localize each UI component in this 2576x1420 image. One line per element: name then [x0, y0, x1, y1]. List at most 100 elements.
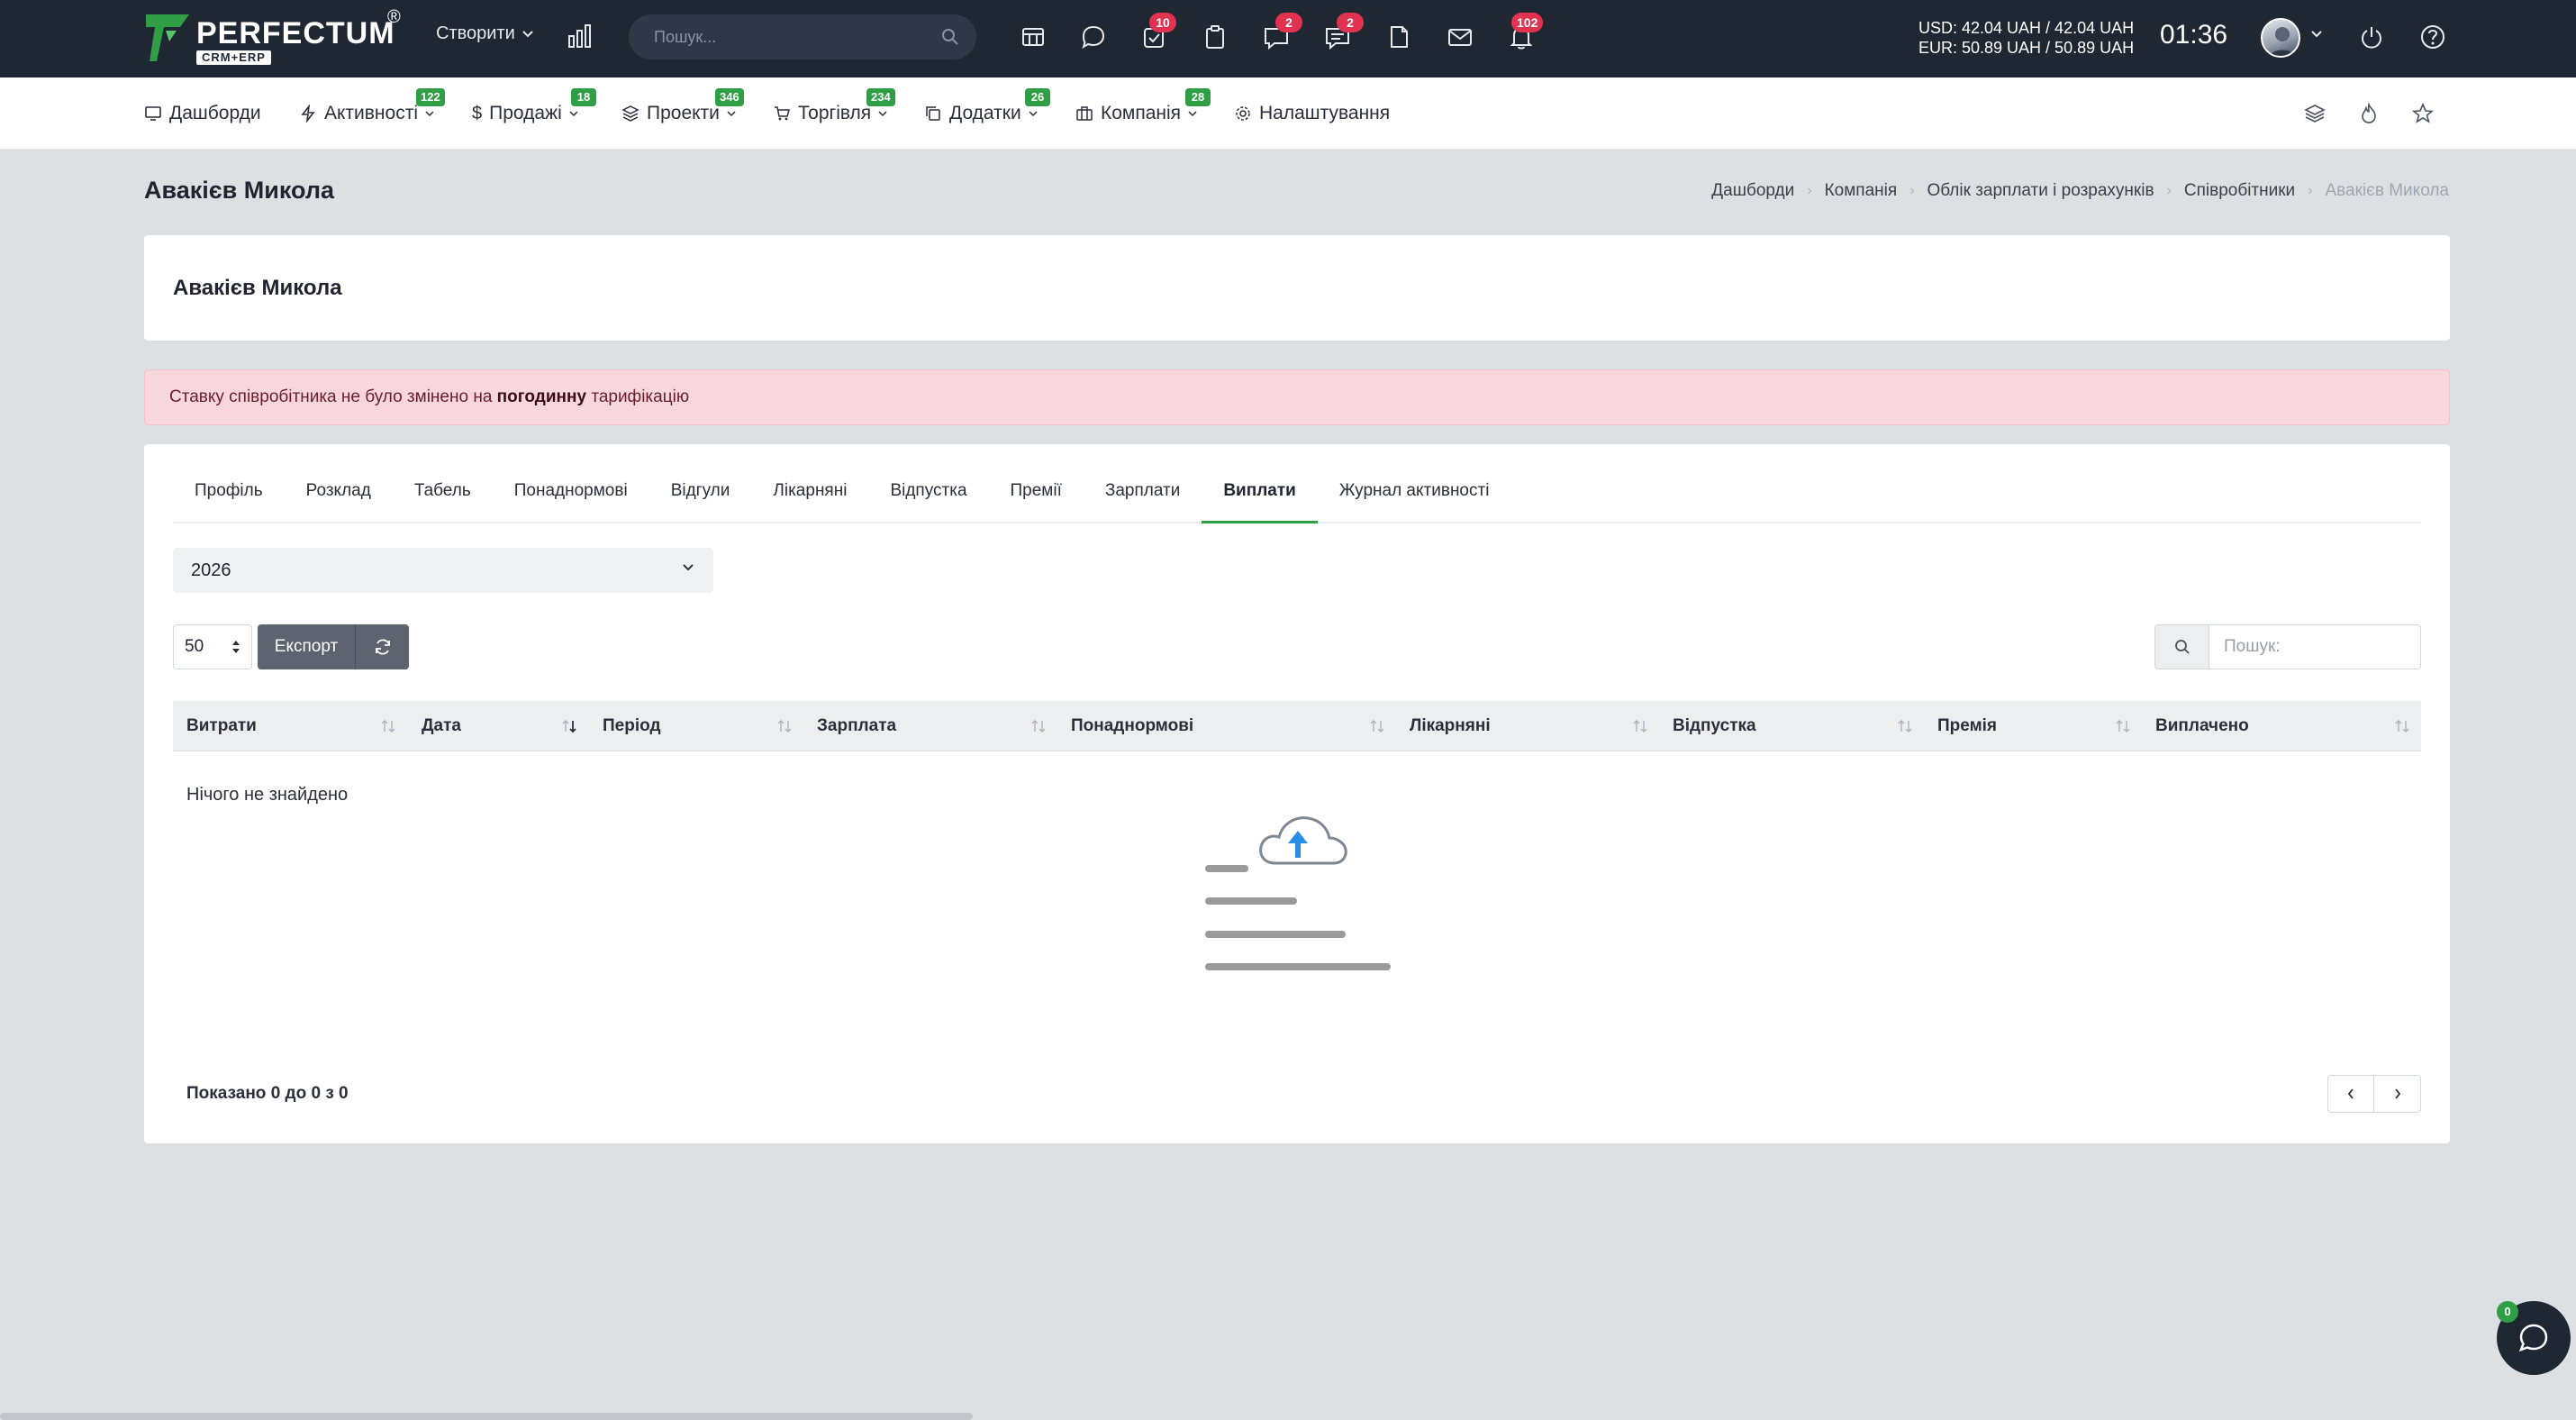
- column-header-period[interactable]: Період: [589, 701, 803, 751]
- tasks-check-icon[interactable]: 10: [1138, 13, 1176, 52]
- alert-text-before: Ставку співробітника не було змінено на: [169, 387, 497, 406]
- chevron-down-icon[interactable]: [2311, 31, 2322, 38]
- tab-schedule[interactable]: Розклад: [285, 477, 393, 523]
- chevron-down-icon: [522, 30, 533, 37]
- employee-tabs: Профіль Розклад Табель Понаднормові Відг…: [173, 477, 2421, 523]
- export-button[interactable]: Експорт: [258, 624, 355, 669]
- gear-icon: [1236, 106, 1250, 121]
- breadcrumb-separator: ›: [2166, 183, 2172, 198]
- table-search-input[interactable]: [2209, 624, 2421, 669]
- star-icon[interactable]: [2410, 101, 2435, 126]
- tab-overtime[interactable]: Понаднормові: [493, 477, 649, 523]
- bar-chart-icon[interactable]: [566, 22, 594, 50]
- brand-logo[interactable]: PERFECTUM ® CRM+ERP: [144, 7, 405, 67]
- page-length-value: 50: [185, 637, 204, 656]
- pagination: [2327, 1075, 2421, 1113]
- page-title: Авакієв Микола: [144, 177, 335, 204]
- mail-icon[interactable]: [1445, 22, 1475, 52]
- nav-item-settings[interactable]: Налаштування: [1234, 103, 1390, 124]
- column-label: Виплачено: [2155, 716, 2249, 735]
- tab-payments[interactable]: Виплати: [1202, 477, 1318, 523]
- help-icon[interactable]: [2417, 22, 2448, 52]
- employee-name: Авакієв Микола: [173, 276, 342, 300]
- tab-salaries[interactable]: Зарплати: [1084, 477, 1202, 523]
- chevron-down-icon: [1188, 110, 1197, 116]
- global-search-input[interactable]: [629, 14, 976, 59]
- breadcrumb-item-company[interactable]: Компанія: [1825, 181, 1898, 201]
- nav-item-addons[interactable]: Додатки 26: [924, 88, 1050, 124]
- nav-item-sales[interactable]: $ Продажі 18: [472, 88, 596, 124]
- prev-page-button[interactable]: [2327, 1075, 2374, 1113]
- year-select[interactable]: 2026: [173, 548, 713, 593]
- column-header-overtime[interactable]: Понаднормові: [1057, 701, 1396, 751]
- chat-bubble-icon[interactable]: [1078, 22, 1109, 52]
- lightning-icon: [301, 105, 315, 123]
- calendar-table-icon[interactable]: [1018, 22, 1048, 52]
- search-icon[interactable]: [940, 27, 960, 47]
- breadcrumb-item-dashboards[interactable]: Дашборди: [1711, 181, 1794, 201]
- sort-icon: [1370, 719, 1384, 733]
- nav-item-dashboards[interactable]: Дашборди: [144, 103, 261, 124]
- column-header-expenses[interactable]: Витрати: [173, 701, 407, 751]
- document-icon[interactable]: [1383, 22, 1414, 52]
- column-header-salary[interactable]: Зарплата: [803, 701, 1057, 751]
- comments-icon[interactable]: 2: [1322, 13, 1364, 52]
- layers-icon: [621, 105, 639, 122]
- dollar-icon: $: [472, 103, 483, 123]
- cart-icon: [775, 106, 790, 121]
- column-header-vacation[interactable]: Відпустка: [1659, 701, 1924, 751]
- tab-time-off[interactable]: Відгули: [649, 477, 752, 523]
- layers-icon[interactable]: [2302, 101, 2327, 126]
- breadcrumb-item-payroll[interactable]: Облік зарплати і розрахунків: [1927, 181, 2154, 201]
- column-label: Дата: [422, 716, 461, 735]
- fire-icon[interactable]: [2356, 101, 2381, 126]
- tab-activity-log[interactable]: Журнал активності: [1318, 477, 1511, 523]
- tab-profile[interactable]: Профіль: [173, 477, 285, 523]
- rate-alert: Ставку співробітника не було змінено на …: [144, 369, 2450, 425]
- breadcrumb-item-employees[interactable]: Співробітники: [2184, 181, 2295, 201]
- alert-text-after: тарифікацію: [586, 387, 690, 406]
- sort-icon: [1898, 719, 1912, 733]
- tab-timesheet[interactable]: Табель: [393, 477, 493, 523]
- table-actions: Експорт: [258, 624, 409, 669]
- empty-state-text: Нічого не знайдено: [186, 785, 349, 805]
- clipboard-icon[interactable]: [1200, 22, 1230, 52]
- power-icon[interactable]: [2356, 22, 2387, 52]
- column-header-date[interactable]: Дата: [408, 701, 588, 751]
- nav-item-trade[interactable]: Торгівля 234: [773, 88, 895, 124]
- table-search: [2154, 624, 2421, 669]
- chevron-left-icon: [2347, 1088, 2354, 1099]
- sort-icon: [2116, 719, 2130, 733]
- column-label: Премія: [1937, 716, 1997, 735]
- avatar[interactable]: [2261, 18, 2300, 58]
- logo-mark-icon: [146, 14, 189, 61]
- sort-icon: [777, 719, 792, 733]
- brand-sub: CRM+ERP: [196, 50, 271, 65]
- horizontal-scrollbar[interactable]: [0, 1413, 973, 1420]
- chevron-down-icon: [727, 110, 736, 116]
- tab-sick-leave[interactable]: Лікарняні: [751, 477, 868, 523]
- bell-icon[interactable]: 102: [1506, 13, 1544, 52]
- currency-rates: USD: 42.04 UAH / 42.04 UAH EUR: 50.89 UA…: [1918, 18, 2134, 58]
- tab-vacation[interactable]: Відпустка: [868, 477, 988, 523]
- next-page-button[interactable]: [2374, 1075, 2421, 1113]
- create-dropdown-button[interactable]: Створити: [436, 23, 533, 44]
- column-header-bonus[interactable]: Премія: [1924, 701, 2142, 751]
- nav-item-activities[interactable]: Активності 122: [299, 88, 445, 124]
- nav-item-projects[interactable]: Проекти 346: [621, 88, 744, 124]
- column-header-paid[interactable]: Виплачено: [2142, 701, 2421, 751]
- column-label: Витрати: [186, 716, 257, 735]
- tab-bonuses[interactable]: Премії: [989, 477, 1084, 523]
- chevron-down-icon: [1029, 110, 1038, 116]
- currency-usd: USD: 42.04 UAH / 42.04 UAH: [1918, 19, 2135, 37]
- column-header-sick-leave[interactable]: Лікарняні: [1396, 701, 1659, 751]
- column-label: Понаднормові: [1071, 716, 1194, 735]
- messages-icon[interactable]: 2: [1261, 13, 1302, 52]
- nav-item-company[interactable]: Компанія 28: [1075, 88, 1211, 124]
- page-length-select[interactable]: 50: [173, 624, 252, 669]
- create-label: Створити: [436, 23, 515, 43]
- refresh-button[interactable]: [355, 624, 409, 669]
- sort-icon: [381, 719, 395, 733]
- chat-bubble-icon: [2518, 1324, 2548, 1352]
- tasks-badge: 10: [1149, 13, 1176, 32]
